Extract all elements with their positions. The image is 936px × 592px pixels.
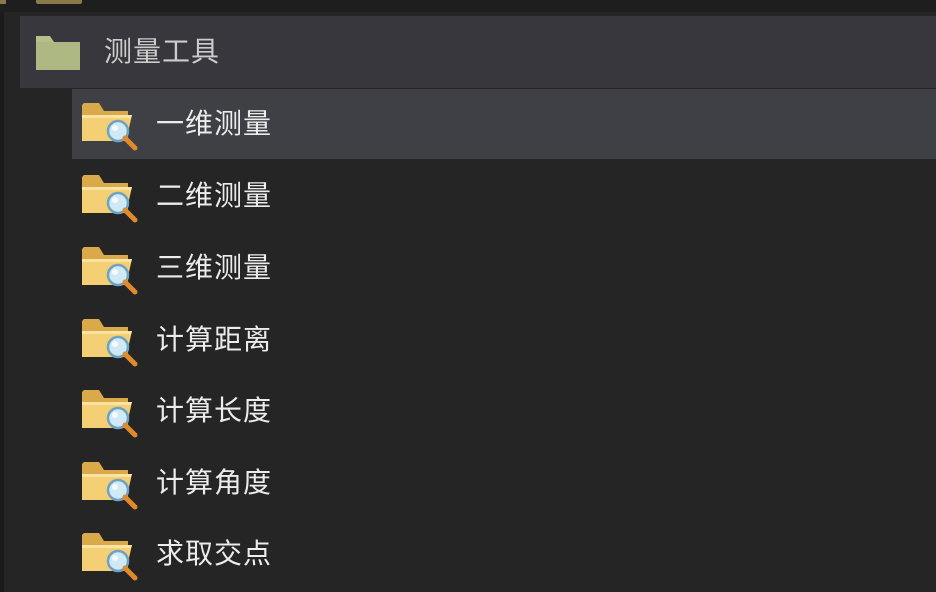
tree-item-calc-angle[interactable]: 计算角度	[72, 448, 936, 518]
tree-group-measure-tools[interactable]: 测量工具	[20, 16, 936, 88]
tree-item-label: 二维测量	[156, 179, 273, 212]
tree-item-find-intersection[interactable]: 求取交点	[72, 519, 936, 589]
folder-search-icon	[80, 384, 140, 438]
tree-item-1d-measure[interactable]: 一维测量	[72, 89, 936, 159]
tree-item-label: 三维测量	[156, 251, 273, 284]
folder-search-icon	[80, 97, 140, 151]
tree-group-label: 测量工具	[104, 35, 221, 68]
tree-item-label: 计算角度	[156, 466, 273, 499]
folder-search-icon	[80, 169, 140, 223]
tree-item-label: 计算距离	[156, 323, 273, 356]
previous-row-icon-edge	[36, 0, 82, 4]
folder-search-icon	[80, 313, 140, 367]
tree-item-2d-measure[interactable]: 二维测量	[72, 161, 936, 231]
tree-item-3d-measure[interactable]: 三维测量	[72, 233, 936, 303]
folder-search-icon	[80, 241, 140, 295]
folder-icon	[36, 34, 80, 70]
folder-search-icon	[80, 456, 140, 510]
tree-item-label: 一维测量	[156, 107, 273, 140]
tree-item-calc-length[interactable]: 计算长度	[72, 376, 936, 446]
tree-item-calc-distance[interactable]: 计算距离	[72, 305, 936, 375]
folder-search-icon	[80, 527, 140, 581]
previous-row-icon-edge	[0, 0, 6, 4]
tree-panel: 测量工具 一维测量 二维测量 三维测量 计算距离 计算长度 计算角度 求取交点	[0, 0, 936, 592]
tree-item-label: 计算长度	[156, 394, 273, 427]
previous-row-edge	[0, 0, 936, 12]
tree-item-label: 求取交点	[156, 537, 273, 570]
tree-indent-guide	[0, 12, 4, 592]
